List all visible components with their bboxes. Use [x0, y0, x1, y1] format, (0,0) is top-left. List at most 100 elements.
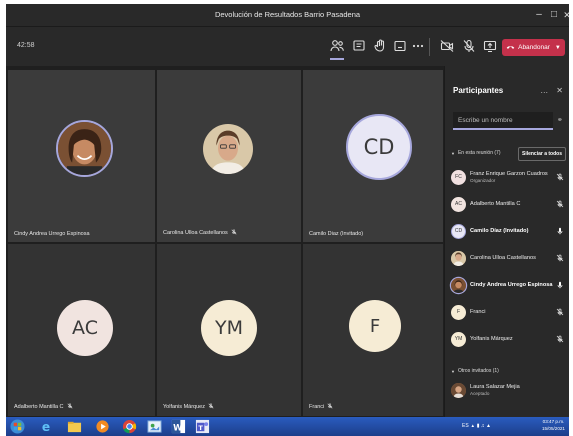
active-tab-indicator — [330, 58, 344, 60]
avatar — [451, 277, 466, 293]
participants-icon[interactable] — [329, 38, 345, 54]
mic-off-icon — [556, 254, 564, 262]
mic-off-icon — [556, 200, 564, 208]
close-button[interactable]: ✕ — [559, 7, 569, 23]
tile-name: Camilo Diaz (Invitado) — [309, 231, 364, 237]
svg-text:e: e — [42, 420, 50, 434]
phone-hangup-icon — [506, 44, 515, 52]
system-tray[interactable]: ES ▴ ▮ ♫ ▲ — [462, 423, 491, 429]
list-item[interactable]: F Franci — [451, 301, 568, 323]
mic-off-icon[interactable] — [461, 38, 477, 54]
tile-name: Cindy Andrea Urrego Espinosa — [14, 231, 90, 237]
mic-off-icon — [327, 403, 333, 411]
participant-status: Aceptado — [470, 391, 490, 396]
network-icon[interactable]: ▮ — [477, 423, 480, 429]
mic-off-icon — [556, 335, 564, 343]
participant-info: Laura Salazar Mejia Aceptado — [470, 384, 568, 396]
raise-hand-icon[interactable] — [372, 38, 388, 54]
list-item[interactable]: Laura Salazar Mejia Aceptado — [451, 379, 568, 401]
leave-label: Abandonar — [518, 44, 550, 51]
avatar: CD — [346, 114, 412, 180]
chevron-down-icon: ▼ — [451, 368, 455, 374]
participant-info: Yolfanis Márquez — [470, 336, 556, 342]
participant-info: Franci — [470, 309, 556, 315]
list-item[interactable]: YM Yolfanis Márquez — [451, 328, 568, 350]
tile-name: Yolfanis Márquez — [163, 403, 214, 411]
avatar: AC — [451, 196, 466, 212]
section-label: En esta reunión (7) — [457, 150, 501, 156]
mic-off-icon — [231, 229, 237, 237]
participant-photo — [56, 120, 113, 177]
video-tile[interactable]: Carolina Ulloa Castellanos — [157, 70, 301, 242]
svg-text:W: W — [173, 422, 183, 432]
camera-off-icon[interactable] — [439, 38, 455, 54]
avatar: AC — [57, 300, 113, 356]
mic-icon — [556, 227, 564, 235]
tray-up-arrow-icon[interactable]: ▴ — [470, 423, 475, 429]
participant-name: Franci — [470, 309, 486, 315]
in-meeting-section-header[interactable]: ▼ En esta reunión (7) — [451, 150, 501, 156]
list-item[interactable]: Carolina Ulloa Castellanos — [451, 247, 568, 269]
start-button[interactable] — [9, 418, 26, 435]
video-tile[interactable]: Cindy Andrea Urrego Espinosa — [8, 70, 155, 242]
participant-name: Yolfanis Márquez — [470, 336, 513, 342]
mute-all-button[interactable]: Silenciar a todos — [518, 147, 566, 161]
rooms-icon[interactable] — [392, 38, 408, 54]
other-invitees-section-header[interactable]: ▼ Otros invitados (1) — [451, 368, 499, 374]
more-options-icon[interactable]: … — [540, 86, 548, 95]
chevron-down-icon[interactable]: ▼ — [555, 45, 561, 51]
taskbar-clock[interactable]: 03:47 p.m. 15/05/2021 — [542, 419, 565, 432]
avatar: F — [451, 304, 466, 320]
video-tile[interactable]: YM Yolfanis Márquez — [157, 244, 301, 416]
participant-photo — [203, 124, 253, 174]
file-explorer-icon[interactable] — [66, 418, 83, 435]
mic-off-icon — [556, 308, 564, 316]
minimize-button[interactable]: – — [531, 7, 547, 23]
word-icon[interactable]: W — [170, 418, 187, 435]
signal-icon[interactable]: ▲ — [486, 423, 491, 429]
list-item[interactable]: FC Franz Enrique Garzon Cuadros Organizado… — [451, 166, 568, 188]
share-screen-icon[interactable] — [482, 38, 498, 54]
participant-info: Camilo Díaz (Invitado) — [470, 228, 556, 234]
video-grid: Cindy Andrea Urrego Espinosa Carolina Ul… — [6, 66, 444, 417]
panel-actions: … ✕ — [540, 86, 563, 95]
title-bar: Devolución de Resultados Barrio Pasadena… — [6, 4, 569, 26]
participant-info: Cindy Andrea Urrego Espinosa — [470, 282, 556, 288]
avatar: F — [349, 300, 401, 352]
participant-name: Adalberto Mantilla C — [470, 201, 521, 207]
participant-name: Cindy Andrea Urrego Espinosa — [470, 282, 553, 288]
list-item[interactable]: CD Camilo Díaz (Invitado) — [451, 220, 568, 242]
participant-info: Adalberto Mantilla C — [470, 201, 556, 207]
avatar — [451, 250, 466, 266]
more-options-icon[interactable] — [410, 38, 426, 54]
internet-explorer-icon[interactable]: e — [38, 418, 55, 435]
paint-app-icon[interactable] — [146, 418, 163, 435]
avatar: YM — [451, 331, 466, 347]
share-invite-icon[interactable]: ⚭ — [557, 116, 563, 124]
leave-button[interactable]: Abandonar ▼ — [502, 39, 565, 56]
panel-title: Participantes — [453, 86, 504, 95]
list-item[interactable]: Cindy Andrea Urrego Espinosa — [451, 274, 568, 296]
tile-name: Carolina Ulloa Castellanos — [163, 229, 237, 237]
close-icon[interactable]: ✕ — [556, 86, 563, 95]
video-tile[interactable]: CD Camilo Diaz (Invitado) — [303, 70, 443, 242]
chrome-icon[interactable] — [121, 418, 138, 435]
participant-name: Laura Salazar Mejia — [470, 384, 520, 390]
section-label: Otros invitados (1) — [457, 368, 499, 374]
mic-off-icon — [67, 403, 73, 411]
list-item[interactable]: AC Adalberto Mantilla C — [451, 193, 568, 215]
participant-search-input[interactable]: Escribe un nombre — [453, 112, 553, 130]
video-tile[interactable]: AC Adalberto Mantilla C — [8, 244, 155, 416]
avatar: YM — [201, 300, 257, 356]
tray-language[interactable]: ES — [462, 423, 469, 429]
teams-icon[interactable]: T — [194, 418, 211, 435]
chat-icon[interactable] — [351, 38, 367, 54]
windows-taskbar: e W T ES ▴ ▮ ♫ ▲ 03:47 p.m. 15/05/2021 — [6, 417, 569, 436]
clock-time: 03:47 p.m. — [542, 419, 565, 424]
participant-role: Organizador — [470, 178, 496, 183]
volume-icon[interactable]: ♫ — [481, 423, 485, 429]
avatar: FC — [451, 169, 466, 185]
mic-off-icon — [556, 173, 564, 181]
media-player-icon[interactable] — [94, 418, 111, 435]
video-tile[interactable]: F Franci — [303, 244, 443, 416]
